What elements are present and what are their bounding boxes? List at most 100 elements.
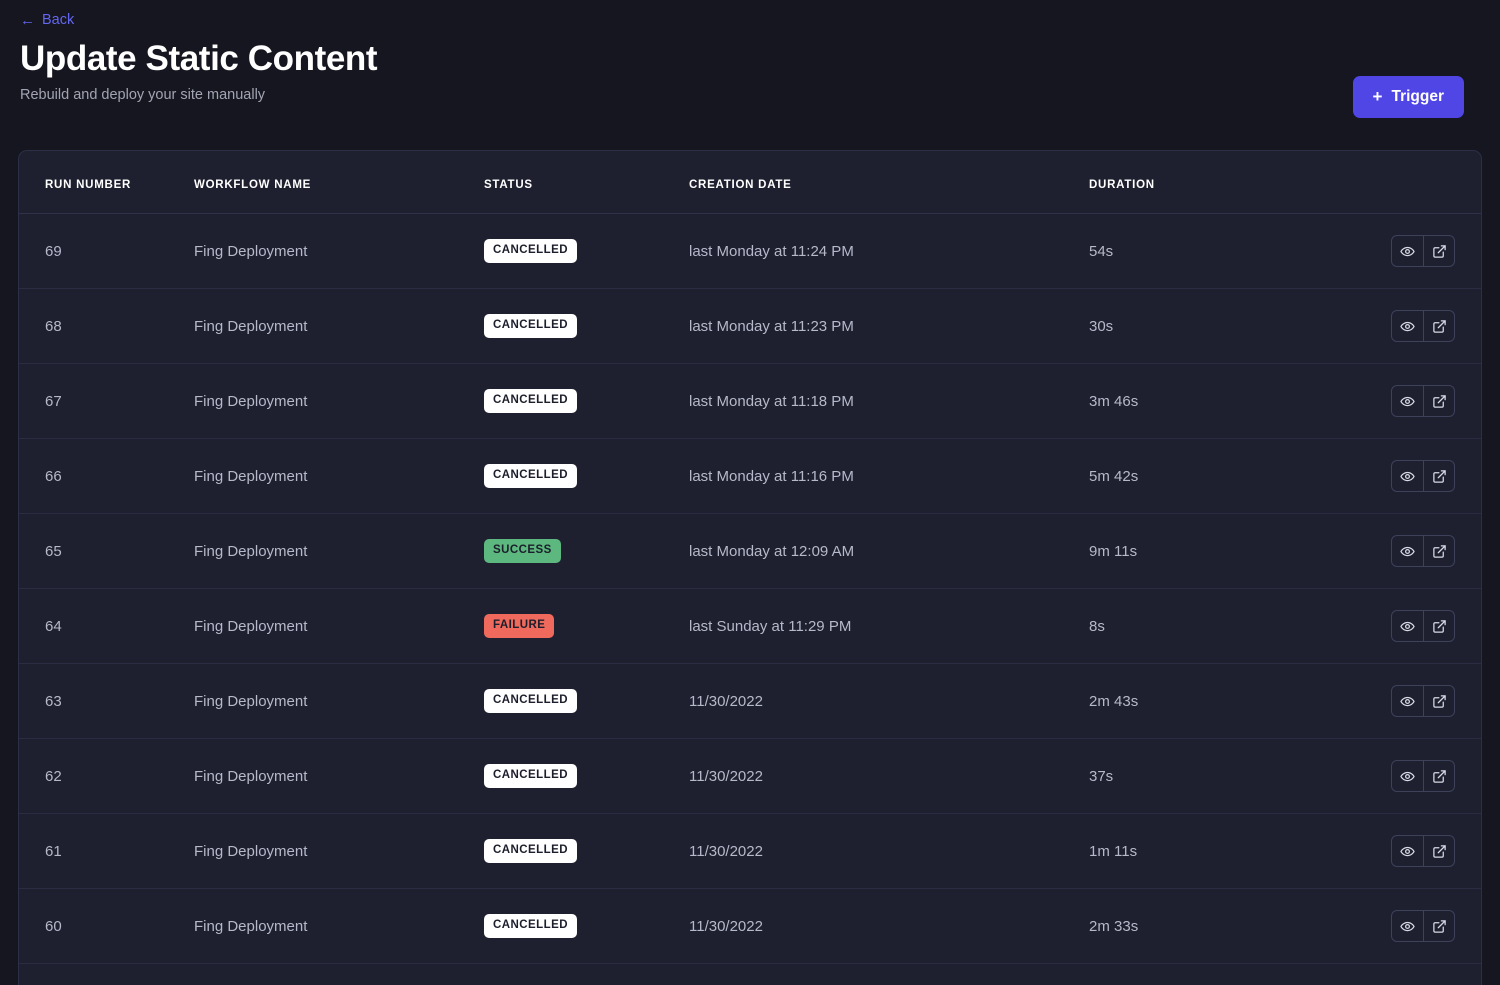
cell-run-number: 61 [19, 813, 194, 889]
page-root: ← Back Update Static Content Rebuild and… [0, 0, 1500, 985]
cell-actions [1354, 888, 1481, 964]
cell-duration: 2m 33s [1089, 888, 1354, 964]
plus-icon: + [1372, 86, 1383, 106]
cell-run-number: 66 [19, 438, 194, 514]
open-external-button[interactable] [1423, 761, 1454, 791]
title-block: Update Static Content Rebuild and deploy… [20, 38, 1480, 118]
arrow-left-icon: ← [20, 12, 35, 29]
open-external-button[interactable] [1423, 461, 1454, 491]
column-header-duration: DURATION [1089, 151, 1354, 214]
open-external-button[interactable] [1423, 386, 1454, 416]
eye-icon [1400, 619, 1415, 634]
row-action-group [1391, 535, 1455, 567]
table-row[interactable]: 59Fing DeploymentCANCELLED11/30/20222m 5… [19, 963, 1481, 985]
cell-status: CANCELLED [484, 288, 689, 364]
column-header-run-number: RUN NUMBER [19, 151, 194, 214]
cell-actions [1354, 663, 1481, 739]
status-badge: CANCELLED [484, 689, 577, 713]
view-run-button[interactable] [1392, 311, 1423, 341]
cell-actions [1354, 513, 1481, 589]
view-run-button[interactable] [1392, 536, 1423, 566]
view-run-button[interactable] [1392, 386, 1423, 416]
cell-status: CANCELLED [484, 438, 689, 514]
cell-run-number: 69 [19, 213, 194, 289]
status-badge: CANCELLED [484, 389, 577, 413]
cell-status: CANCELLED [484, 738, 689, 814]
column-header-actions [1354, 151, 1481, 214]
cell-status: SUCCESS [484, 513, 689, 589]
view-run-button[interactable] [1392, 236, 1423, 266]
column-header-creation-date: CREATION DATE [689, 151, 1089, 214]
status-badge: CANCELLED [484, 239, 577, 263]
eye-icon [1400, 319, 1415, 334]
trigger-button-label: Trigger [1391, 88, 1444, 105]
cell-duration: 3m 46s [1089, 363, 1354, 439]
view-run-button[interactable] [1392, 761, 1423, 791]
table-row[interactable]: 67 Fing Deployment CANCELLED last Monday at… [19, 363, 1481, 439]
cell-actions [1354, 738, 1481, 814]
cell-creation-date: 11/30/2022 [689, 738, 1089, 814]
row-action-group [1391, 235, 1455, 267]
eye-icon [1400, 469, 1415, 484]
cell-workflow-name: Fing Deployment [194, 813, 484, 889]
cell-duration: 37s [1089, 738, 1354, 814]
table-row[interactable]: 63 Fing Deployment CANCELLED 11/30/2022 2m 4… [19, 663, 1481, 739]
cell-run-number: 65 [19, 513, 194, 589]
view-run-button[interactable] [1392, 911, 1423, 941]
table-row[interactable]: 62 Fing Deployment CANCELLED 11/30/2022 37s [19, 738, 1481, 814]
cell-actions [1354, 813, 1481, 889]
view-run-button[interactable] [1392, 686, 1423, 716]
table-header-row: RUN NUMBER WORKFLOW NAME STATUS CREATION… [19, 151, 1481, 214]
cell-duration: 2m 58s [1089, 963, 1354, 985]
status-badge: FAILURE [484, 614, 555, 638]
external-link-icon [1432, 319, 1447, 334]
table-row[interactable]: 66 Fing Deployment CANCELLED last Monday at… [19, 438, 1481, 514]
cell-run-number: 67 [19, 363, 194, 439]
row-action-group [1391, 610, 1455, 642]
cell-duration: 1m 11s [1089, 813, 1354, 889]
trigger-button[interactable]: + Trigger [1352, 76, 1464, 118]
eye-icon [1400, 544, 1415, 559]
runs-table-body: 69 Fing Deployment CANCELLED last Monday at… [19, 213, 1481, 985]
external-link-icon [1432, 244, 1447, 259]
open-external-button[interactable] [1423, 236, 1454, 266]
cell-workflow-name: Fing Deployment [194, 663, 484, 739]
cell-workflow-name: Fing Deployment [194, 288, 484, 364]
view-run-button[interactable] [1392, 836, 1423, 866]
row-action-group [1391, 760, 1455, 792]
table-row[interactable]: 64 Fing Deployment FAILURE last Sunday at 1… [19, 588, 1481, 664]
cell-actions [1354, 438, 1481, 514]
open-external-button[interactable] [1423, 311, 1454, 341]
status-badge: CANCELLED [484, 764, 577, 788]
view-run-button[interactable] [1392, 611, 1423, 641]
view-run-button[interactable] [1392, 461, 1423, 491]
cell-workflow-name: Fing Deployment [194, 963, 484, 985]
eye-icon [1400, 844, 1415, 859]
open-external-button[interactable] [1423, 686, 1454, 716]
back-link[interactable]: ← Back [20, 13, 74, 28]
table-row[interactable]: 68 Fing Deployment CANCELLED last Monday at… [19, 288, 1481, 364]
table-row[interactable]: 60 Fing Deployment CANCELLED 11/30/2022 2m 3… [19, 888, 1481, 964]
table-row[interactable]: 69 Fing Deployment CANCELLED last Monday at… [19, 213, 1481, 289]
cell-actions [1354, 213, 1481, 289]
open-external-button[interactable] [1423, 836, 1454, 866]
cell-workflow-name: Fing Deployment [194, 363, 484, 439]
row-action-group [1391, 910, 1455, 942]
cell-run-number: 60 [19, 888, 194, 964]
cell-creation-date: last Monday at 12:09 AM [689, 513, 1089, 589]
eye-icon [1400, 244, 1415, 259]
page-title: Update Static Content [20, 39, 378, 78]
table-row[interactable]: 65 Fing Deployment SUCCESS last Monday at 1… [19, 513, 1481, 589]
row-action-group [1391, 460, 1455, 492]
open-external-button[interactable] [1423, 536, 1454, 566]
runs-table-card: RUN NUMBER WORKFLOW NAME STATUS CREATION… [18, 150, 1482, 985]
cell-actions [1354, 288, 1481, 364]
table-row[interactable]: 61 Fing Deployment CANCELLED 11/30/2022 1m 1… [19, 813, 1481, 889]
cell-actions [1354, 963, 1481, 985]
cell-duration: 30s [1089, 288, 1354, 364]
open-external-button[interactable] [1423, 911, 1454, 941]
page-header: ← Back Update Static Content Rebuild and… [0, 0, 1500, 118]
cell-status: CANCELLED [484, 963, 689, 985]
open-external-button[interactable] [1423, 611, 1454, 641]
cell-status: CANCELLED [484, 213, 689, 289]
